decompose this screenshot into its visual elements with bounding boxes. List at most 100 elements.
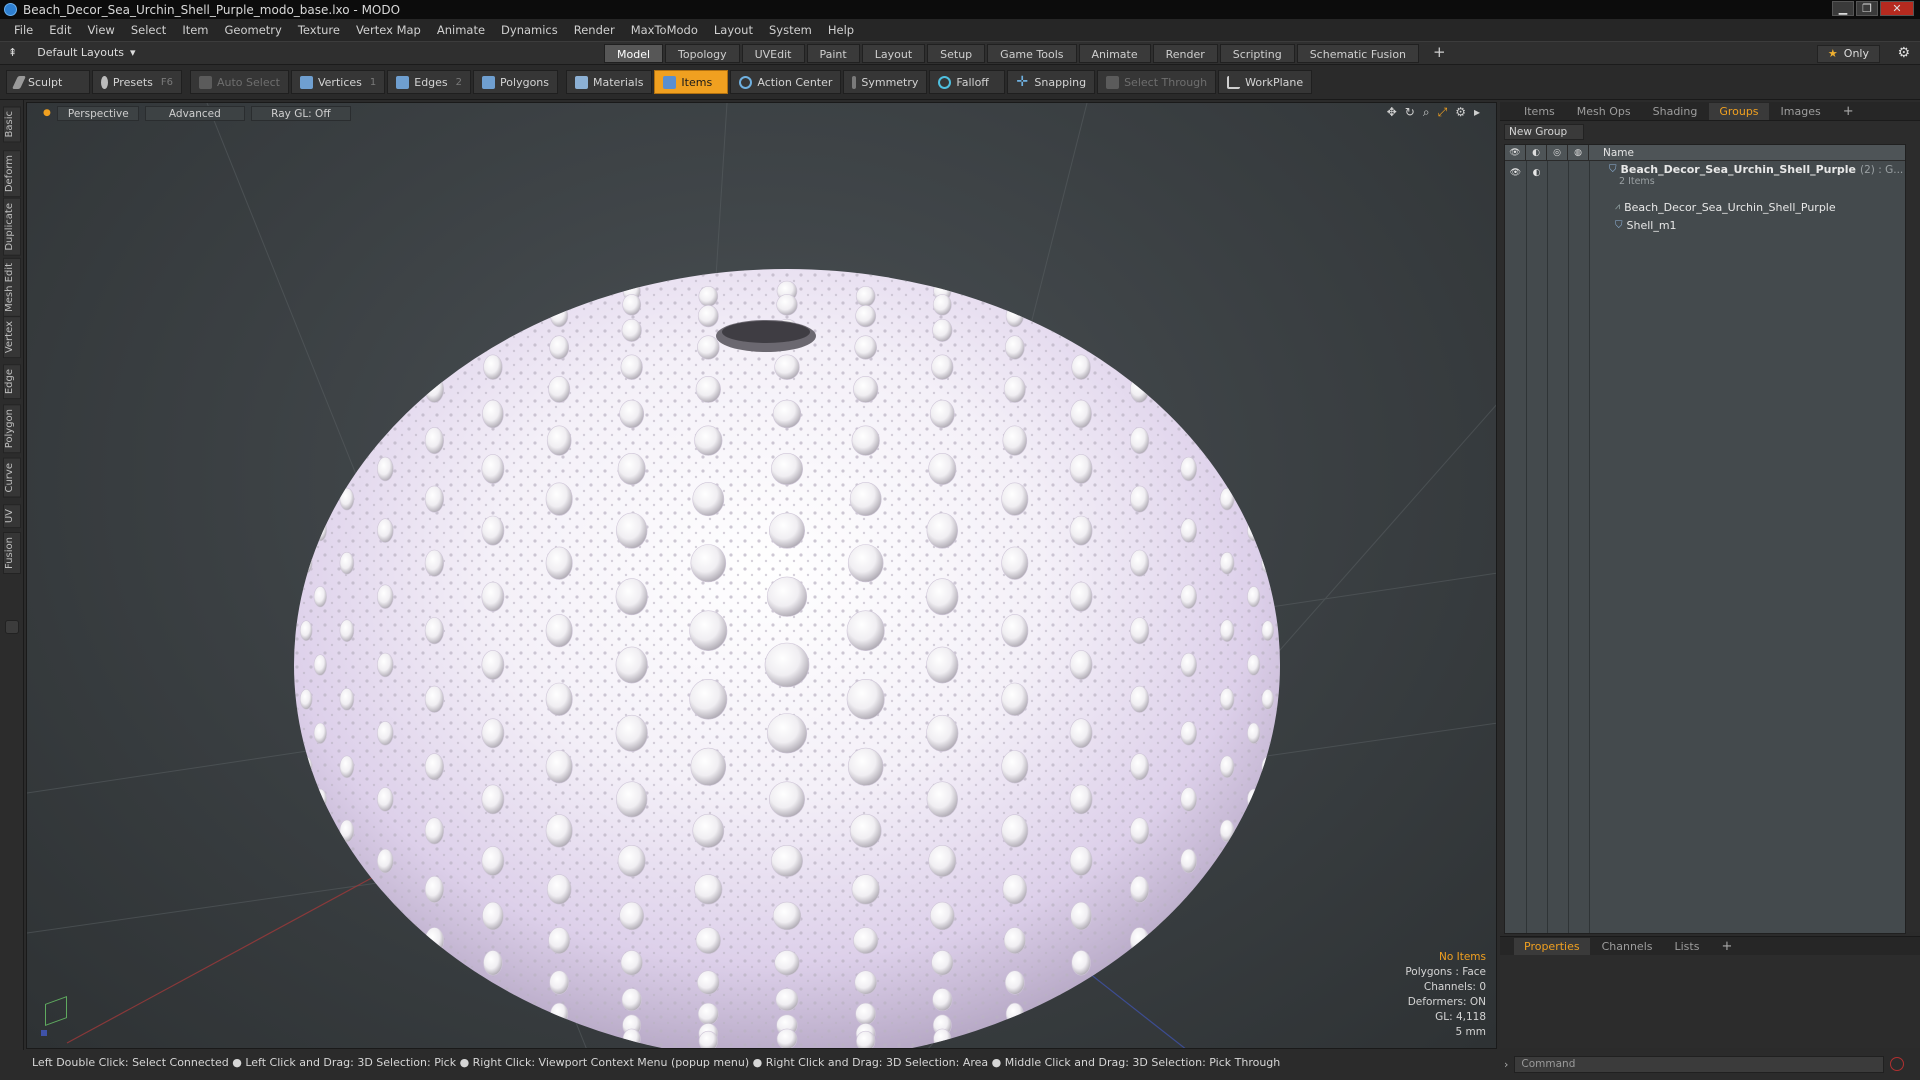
menu-geometry[interactable]: Geometry [217, 23, 290, 37]
tab-schematic-fusion[interactable]: Schematic Fusion [1296, 44, 1420, 63]
command-input[interactable]: Command [1514, 1055, 1885, 1073]
add-panel-tab-icon[interactable]: + [1833, 103, 1864, 120]
tab-mesh-edit[interactable]: Mesh Edit [3, 258, 21, 317]
raygl-button[interactable]: Ray GL: Off [250, 105, 351, 121]
tab-deform[interactable]: Deform [3, 150, 21, 198]
symmetry-button[interactable]: Symmetry [843, 70, 928, 94]
tab-animate[interactable]: Animate [1078, 44, 1151, 63]
sculpt-button[interactable]: Sculpt [6, 70, 90, 94]
tab-game-tools[interactable]: Game Tools [987, 44, 1077, 63]
vertices-button[interactable]: Vertices 1 [290, 70, 386, 94]
tab-vertex[interactable]: Vertex [3, 316, 21, 359]
deformers-info: Deformers: ON [1407, 996, 1486, 1008]
select-icon[interactable]: ◍ [1568, 144, 1589, 161]
default-layouts-dropdown[interactable]: ⇞ Default Layouts ▾ [8, 46, 136, 59]
viewport-settings-icon[interactable]: ⚙ [1455, 105, 1466, 120]
items-icon [663, 75, 677, 89]
maximize-button[interactable]: ❐ [1856, 1, 1878, 16]
modo-app-icon [4, 3, 17, 16]
tab-shading[interactable]: Shading [1643, 103, 1708, 120]
viewport-nav-icons: ✥ ↻ ⌕ ⤢ ⚙ ▸ [1387, 105, 1480, 120]
tab-paint[interactable]: Paint [806, 44, 860, 63]
group-row[interactable]: 👁 ◐ ⛉ Beach_Decor_Sea_Urchin_Shell_Purpl… [1505, 163, 1905, 189]
tab-groups[interactable]: Groups [1709, 102, 1769, 120]
workplane-button[interactable]: WorkPlane [1218, 70, 1313, 94]
group-child-row[interactable]: ⩘ Beach_Decor_Sea_Urchin_Shell_Purple [1505, 199, 1905, 215]
tab-mesh-ops[interactable]: Mesh Ops [1567, 103, 1641, 120]
expand-arrow-icon[interactable]: ▸ [1474, 105, 1480, 120]
tab-images[interactable]: Images [1771, 103, 1831, 120]
tab-items[interactable]: Items [1514, 103, 1565, 120]
group-render-icon[interactable]: ◐ [1526, 168, 1547, 178]
menu-edit[interactable]: Edit [41, 23, 79, 37]
tab-topology[interactable]: Topology [665, 44, 740, 63]
add-properties-tab-icon[interactable]: + [1711, 938, 1742, 955]
menu-layout[interactable]: Layout [706, 23, 761, 37]
urchin-model [27, 103, 1496, 1048]
tab-properties[interactable]: Properties [1514, 937, 1590, 955]
action-center-button[interactable]: Action Center [730, 70, 842, 94]
falloff-button[interactable]: Falloff [929, 70, 1006, 94]
polygons-button[interactable]: Polygons [473, 70, 558, 94]
menu-animate[interactable]: Animate [429, 23, 493, 37]
group-name: Beach_Decor_Sea_Urchin_Shell_Purple [1620, 163, 1857, 176]
items-button[interactable]: Items [654, 70, 729, 94]
menu-dynamics[interactable]: Dynamics [493, 23, 566, 37]
add-tab-icon[interactable]: + [1421, 44, 1458, 63]
tab-scripting[interactable]: Scripting [1219, 44, 1295, 63]
menu-vertex-map[interactable]: Vertex Map [348, 23, 429, 37]
tab-lists[interactable]: Lists [1665, 938, 1710, 955]
groups-panel: Items Mesh Ops Shading Groups Images + N… [1500, 102, 1920, 934]
zoom-view-icon[interactable]: ⌕ [1423, 105, 1430, 120]
menu-help[interactable]: Help [820, 23, 862, 37]
menu-file[interactable]: File [6, 23, 41, 37]
select-through-button[interactable]: Select Through [1097, 70, 1217, 94]
tab-uvedit[interactable]: UVEdit [741, 44, 805, 63]
menu-maxtomodo[interactable]: MaxToModo [623, 23, 706, 37]
view-mode-button[interactable]: Perspective [56, 105, 139, 121]
group-child-row[interactable]: ⛉ Shell_m1 [1505, 217, 1905, 233]
title-bar: Beach_Decor_Sea_Urchin_Shell_Purple_modo… [0, 0, 1920, 19]
fit-view-icon[interactable]: ⤢ [1438, 105, 1448, 120]
tab-uv[interactable]: UV [3, 504, 21, 529]
close-button[interactable]: ✕ [1880, 1, 1914, 16]
tab-duplicate[interactable]: Duplicate [3, 198, 21, 256]
3d-viewport[interactable]: ● Perspective Advanced Ray GL: Off ✥ ↻ ⌕… [26, 102, 1497, 1049]
snapping-button[interactable]: ✛ Snapping [1007, 70, 1096, 94]
menu-view[interactable]: View [80, 23, 123, 37]
tab-layout[interactable]: Layout [861, 44, 926, 63]
menu-item[interactable]: Item [174, 23, 216, 37]
tab-render[interactable]: Render [1152, 44, 1218, 63]
rotate-view-icon[interactable]: ↻ [1405, 105, 1415, 120]
tab-basic[interactable]: Basic [3, 106, 21, 143]
tab-polygon[interactable]: Polygon [3, 404, 21, 454]
group-eye-icon[interactable]: 👁 [1505, 168, 1526, 178]
visibility-eye-icon[interactable]: 👁 [1505, 144, 1526, 161]
shading-mode-button[interactable]: Advanced [144, 105, 245, 121]
tab-setup[interactable]: Setup [927, 44, 986, 63]
menu-render[interactable]: Render [566, 23, 623, 37]
tab-channels[interactable]: Channels [1592, 938, 1663, 955]
record-icon[interactable] [1890, 1057, 1905, 1071]
auto-select-button[interactable]: Auto Select [190, 70, 289, 94]
tab-fusion[interactable]: Fusion [3, 532, 21, 574]
viewport-menu-icon[interactable]: ● [43, 108, 51, 118]
presets-button[interactable]: Presets F6 [92, 70, 182, 94]
tab-model[interactable]: Model [604, 44, 664, 63]
menu-texture[interactable]: Texture [290, 23, 348, 37]
new-group-button[interactable]: New Group [1504, 124, 1584, 140]
render-icon[interactable]: ◐ [1526, 144, 1547, 161]
move-view-icon[interactable]: ✥ [1387, 105, 1397, 120]
panel-toggle-icon[interactable] [5, 620, 19, 634]
tab-edge[interactable]: Edge [3, 364, 21, 400]
materials-button[interactable]: Materials [566, 70, 653, 94]
edges-button[interactable]: Edges 2 [387, 70, 472, 94]
menu-select[interactable]: Select [123, 23, 174, 37]
only-button[interactable]: ★ Only [1816, 45, 1880, 63]
menu-system[interactable]: System [761, 23, 820, 37]
gear-icon[interactable]: ⚙ [1897, 45, 1910, 61]
lock-icon[interactable]: ◎ [1547, 144, 1568, 161]
minimize-button[interactable]: ▁ [1832, 1, 1854, 16]
symmetry-icon [852, 75, 857, 89]
tab-curve[interactable]: Curve [3, 458, 21, 498]
